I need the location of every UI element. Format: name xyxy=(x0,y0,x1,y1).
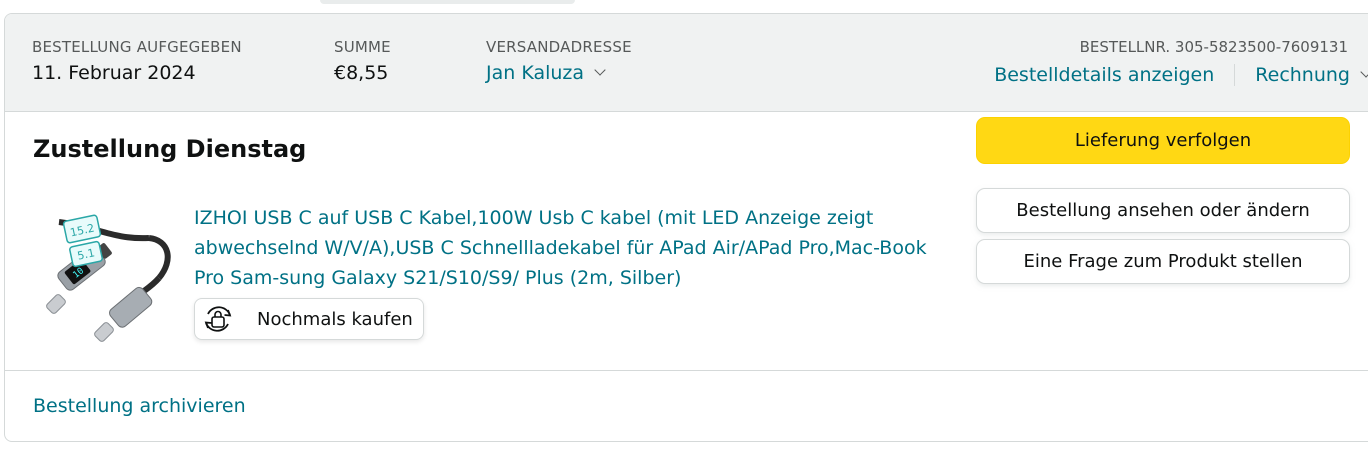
buy-again-cycle-icon xyxy=(204,306,232,332)
track-package-label: Lieferung verfolgen xyxy=(1074,130,1252,151)
card-divider xyxy=(5,370,1368,371)
order-number: BESTELLNR. 305-5823500-7609131 xyxy=(1079,38,1348,56)
delivery-status: Zustellung Dienstag xyxy=(33,135,307,163)
ship-to-dropdown[interactable]: Jan Kaluza xyxy=(486,62,632,84)
invoice-dropdown[interactable]: Rechnung xyxy=(1255,64,1368,86)
view-edit-order-button[interactable]: Bestellung ansehen oder ändern xyxy=(976,188,1350,233)
order-placed-label: BESTELLUNG AUFGEGEBEN xyxy=(32,38,242,56)
order-total-value: €8,55 xyxy=(334,62,389,84)
usb-c-plug-right xyxy=(94,322,114,342)
ship-to-label: VERSANDADRESSE xyxy=(486,38,632,56)
track-package-button[interactable]: Lieferung verfolgen xyxy=(976,117,1350,164)
ask-product-question-button[interactable]: Eine Frage zum Produkt stellen xyxy=(976,239,1350,284)
chevron-down-icon xyxy=(594,64,606,76)
product-title-link[interactable]: IZHOI USB C auf USB C Kabel,100W Usb C k… xyxy=(194,203,954,293)
product-cable-right xyxy=(148,235,171,280)
order-total-column: SUMME €8,55 xyxy=(334,38,391,84)
buy-again-label: Nochmals kaufen xyxy=(257,308,413,330)
invoice-label: Rechnung xyxy=(1255,64,1350,86)
header-links: Bestelldetails anzeigen Rechnung xyxy=(994,64,1368,86)
order-placed-date: 11. Februar 2024 xyxy=(32,62,196,84)
top-tab-shadow xyxy=(320,0,575,4)
order-total-label: SUMME xyxy=(334,38,391,56)
archive-order-link[interactable]: Bestellung archivieren xyxy=(33,395,246,417)
ask-product-question-label: Eine Frage zum Produkt stellen xyxy=(1023,251,1303,272)
header-link-separator xyxy=(1234,64,1236,86)
buy-again-button[interactable]: Nochmals kaufen xyxy=(194,298,424,340)
order-card-header: BESTELLUNG AUFGEGEBEN 11. Februar 2024 S… xyxy=(5,14,1368,112)
view-edit-order-label: Bestellung ansehen oder ändern xyxy=(1016,200,1310,221)
product-image[interactable]: 10 15.2 5.1 xyxy=(39,200,179,348)
chevron-down-icon xyxy=(1360,66,1368,78)
ship-to-name: Jan Kaluza xyxy=(486,62,585,84)
order-placed-column: BESTELLUNG AUFGEGEBEN 11. Februar 2024 xyxy=(32,38,242,84)
ship-to-column: VERSANDADRESSE Jan Kaluza xyxy=(486,38,632,84)
usb-c-plug-left xyxy=(46,294,66,314)
order-details-link[interactable]: Bestelldetails anzeigen xyxy=(994,64,1214,86)
